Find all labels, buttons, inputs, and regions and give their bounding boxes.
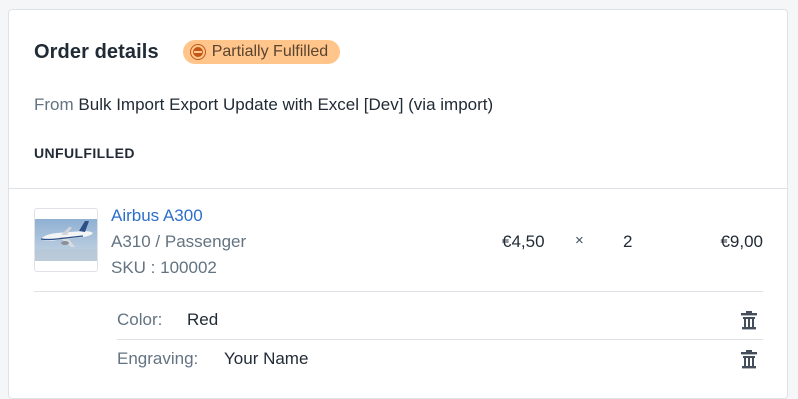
property-value: Your Name [224, 349, 309, 368]
property-key: Color: [117, 310, 163, 329]
trash-icon[interactable] [739, 349, 759, 369]
product-name-link[interactable]: Airbus A300 [111, 206, 203, 226]
quantity: 2 [623, 232, 633, 251]
card-title: Order details [34, 40, 159, 63]
properties-divider [34, 291, 763, 292]
section-divider [9, 188, 787, 189]
property-key: Engraving: [117, 349, 199, 368]
source-name: Bulk Import Export Update with Excel [De… [78, 95, 494, 114]
card-header: Order details Partially Fulfilled [34, 40, 341, 64]
source-prefix: From [34, 95, 74, 114]
unit-price: €4,50 [502, 232, 545, 251]
product-thumbnail[interactable] [34, 208, 98, 272]
unfulfilled-section-label: UNFULFILLED [34, 145, 135, 161]
order-details-card: Order details Partially Fulfilled From B… [8, 9, 788, 399]
property-row-engraving: Engraving: Your Name [117, 340, 763, 378]
product-variant: A310 / Passenger [111, 232, 247, 251]
property-row-color: Color: Red [117, 301, 763, 340]
line-total: €9,00 [720, 232, 763, 251]
partial-progress-icon [190, 45, 205, 59]
airplane-image [35, 219, 97, 261]
status-badge-label: Partially Fulfilled [211, 43, 329, 60]
multiply-sign: × [575, 232, 584, 249]
order-source: From Bulk Import Export Update with Exce… [34, 95, 493, 115]
trash-icon[interactable] [739, 310, 759, 330]
property-value: Red [187, 310, 219, 329]
product-sku: SKU : 100002 [111, 258, 217, 277]
status-badge: Partially Fulfilled [182, 40, 341, 64]
